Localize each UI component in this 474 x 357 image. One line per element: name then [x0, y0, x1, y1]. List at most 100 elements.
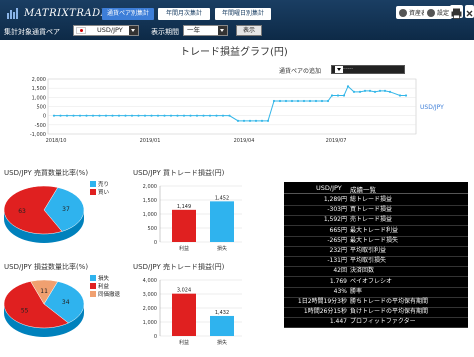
- show-button[interactable]: 表示: [236, 25, 263, 36]
- line-point: [169, 114, 173, 117]
- line-x-tick: 2018/10: [46, 138, 67, 144]
- line-x-tick: 2019/07: [326, 138, 347, 144]
- line-point: [388, 90, 392, 93]
- summary-row-label: 勝率: [350, 287, 363, 295]
- pie1-slice-label: 63: [18, 208, 26, 215]
- summary-row-value: 1時間26分15秒: [303, 308, 347, 316]
- summary-row-label: 買トレード損益: [350, 206, 393, 214]
- pie1-legend-swatch: [90, 189, 96, 195]
- tab-pair-summary[interactable]: 通貨ペア別集計: [102, 8, 154, 20]
- bar1-bar: [172, 209, 196, 242]
- bar1-y-tick: 1,500: [143, 198, 157, 204]
- gear-icon: [427, 8, 435, 17]
- summary-row-value: 1日2時間19分3秒: [297, 298, 347, 305]
- line-point: [248, 119, 252, 122]
- summary-row-label: プロフィットファクター: [350, 318, 416, 326]
- summary-row-value: 1,289円: [323, 196, 347, 203]
- line-point: [104, 114, 108, 117]
- assets-icon: [399, 8, 407, 17]
- line-point: [290, 99, 294, 103]
- tab-yearly-monthly[interactable]: 年間月次集計: [158, 8, 210, 20]
- settings-button-label: 設定: [437, 10, 450, 17]
- summary-row-label: 平均取引損失: [350, 257, 387, 265]
- period-label: 表示期間: [151, 28, 179, 36]
- bar1-chart: 2,000 1,500 1,000 500 0 1,149 利益 1,452 損失: [143, 184, 242, 252]
- period-select[interactable]: 一年: [183, 25, 228, 36]
- line-point: [130, 114, 134, 117]
- line-point: [228, 114, 231, 117]
- bar1-y-tick: 1,000: [143, 212, 157, 218]
- chevron-down-icon: [129, 26, 138, 35]
- line-point: [308, 99, 312, 103]
- pie2-legend-label: 損失: [98, 274, 110, 282]
- pie1-legend-label: 売り: [98, 180, 109, 188]
- bar1-bar-label: 1,452: [215, 195, 229, 201]
- line-point: [98, 114, 101, 117]
- summary-row: 1.447 プロフィットファクター: [284, 317, 468, 329]
- line-point: [266, 119, 270, 122]
- line-point: [358, 90, 362, 93]
- line-y-tick: -1,000: [30, 132, 46, 138]
- line-point: [363, 89, 367, 92]
- filter-row: 集計対象通貨ペア USD/JPY 表示期間 一年 表示: [0, 22, 474, 40]
- tab-yearly-weekday[interactable]: 年間曜日別集計: [215, 8, 271, 20]
- summary-row-label: 売トレード損益: [350, 216, 393, 224]
- bar2-bar: [210, 315, 234, 336]
- bar2-category-label: 損失: [217, 339, 227, 346]
- summary-header-pair: USD/JPY: [316, 184, 342, 192]
- summary-row-value: 665円: [329, 226, 347, 234]
- line-point: [163, 114, 166, 117]
- summary-row-label: 最大トレード利益: [350, 226, 399, 234]
- summary-row-label: 最大トレード損失: [350, 236, 399, 244]
- bar2-y-tick: 3,000: [143, 292, 157, 298]
- line-point: [373, 90, 377, 93]
- bar2-y-tick: 0: [154, 334, 157, 340]
- line-point: [404, 94, 408, 97]
- bar2-chart: 4,000 3,000 2,000 1,000 0 3,024 利益 1,432 損失: [143, 278, 242, 346]
- pie2-legend-label: 同価撤退: [98, 290, 120, 298]
- line-point: [78, 114, 82, 117]
- line-y-tick: 1,000: [32, 95, 46, 101]
- bar1-title: USD/JPY 買トレード損益(円): [133, 169, 225, 177]
- bar1-y-tick: 500: [147, 226, 157, 232]
- line-y-tick: 0: [43, 114, 46, 120]
- line-point: [278, 99, 282, 103]
- pie2-legend-swatch: [90, 291, 96, 297]
- pair-select[interactable]: USD/JPY: [73, 25, 139, 36]
- line-point: [296, 99, 300, 103]
- summary-row-label: 平均取引利益: [350, 247, 387, 254]
- bar2-title: USD/JPY 売トレード損益(円): [133, 263, 225, 271]
- line-point: [143, 114, 147, 117]
- line-point: [236, 119, 240, 122]
- flag-icon: [76, 27, 86, 34]
- pie2-slice-label: 34: [62, 299, 70, 306]
- pair-select-value: USD/JPY: [97, 26, 123, 34]
- line-point: [176, 114, 179, 117]
- line-point: [182, 114, 186, 117]
- line-point: [254, 119, 258, 122]
- line-point: [330, 94, 334, 97]
- line-point: [242, 119, 246, 122]
- line-point: [302, 99, 306, 103]
- summary-row-value: 1.447: [329, 318, 347, 326]
- line-point: [150, 114, 153, 117]
- line-point: [368, 89, 372, 92]
- chevron-down-icon: [218, 26, 227, 35]
- settings-button[interactable]: 設定: [424, 6, 453, 19]
- bar2-y-tick: 1,000: [143, 320, 157, 326]
- line-point: [117, 114, 121, 117]
- line-point: [383, 89, 387, 92]
- line-point: [85, 114, 88, 117]
- summary-row-label: ペイオフレシオ: [350, 277, 393, 285]
- summary-header-title: 成績一覧: [350, 186, 376, 194]
- line-point: [189, 114, 192, 117]
- summary-row-value: 1,592円: [323, 216, 347, 224]
- summary-row-label: 総トレード損益: [350, 196, 393, 203]
- line-y-tick: -500: [35, 123, 46, 129]
- line-y-tick: 2,000: [32, 77, 46, 83]
- print-icon[interactable]: [450, 5, 463, 19]
- line-point: [352, 90, 356, 93]
- pie1-legend-swatch: [90, 181, 96, 187]
- close-icon[interactable]: [465, 5, 474, 18]
- pie2-slice-label: 55: [21, 307, 29, 314]
